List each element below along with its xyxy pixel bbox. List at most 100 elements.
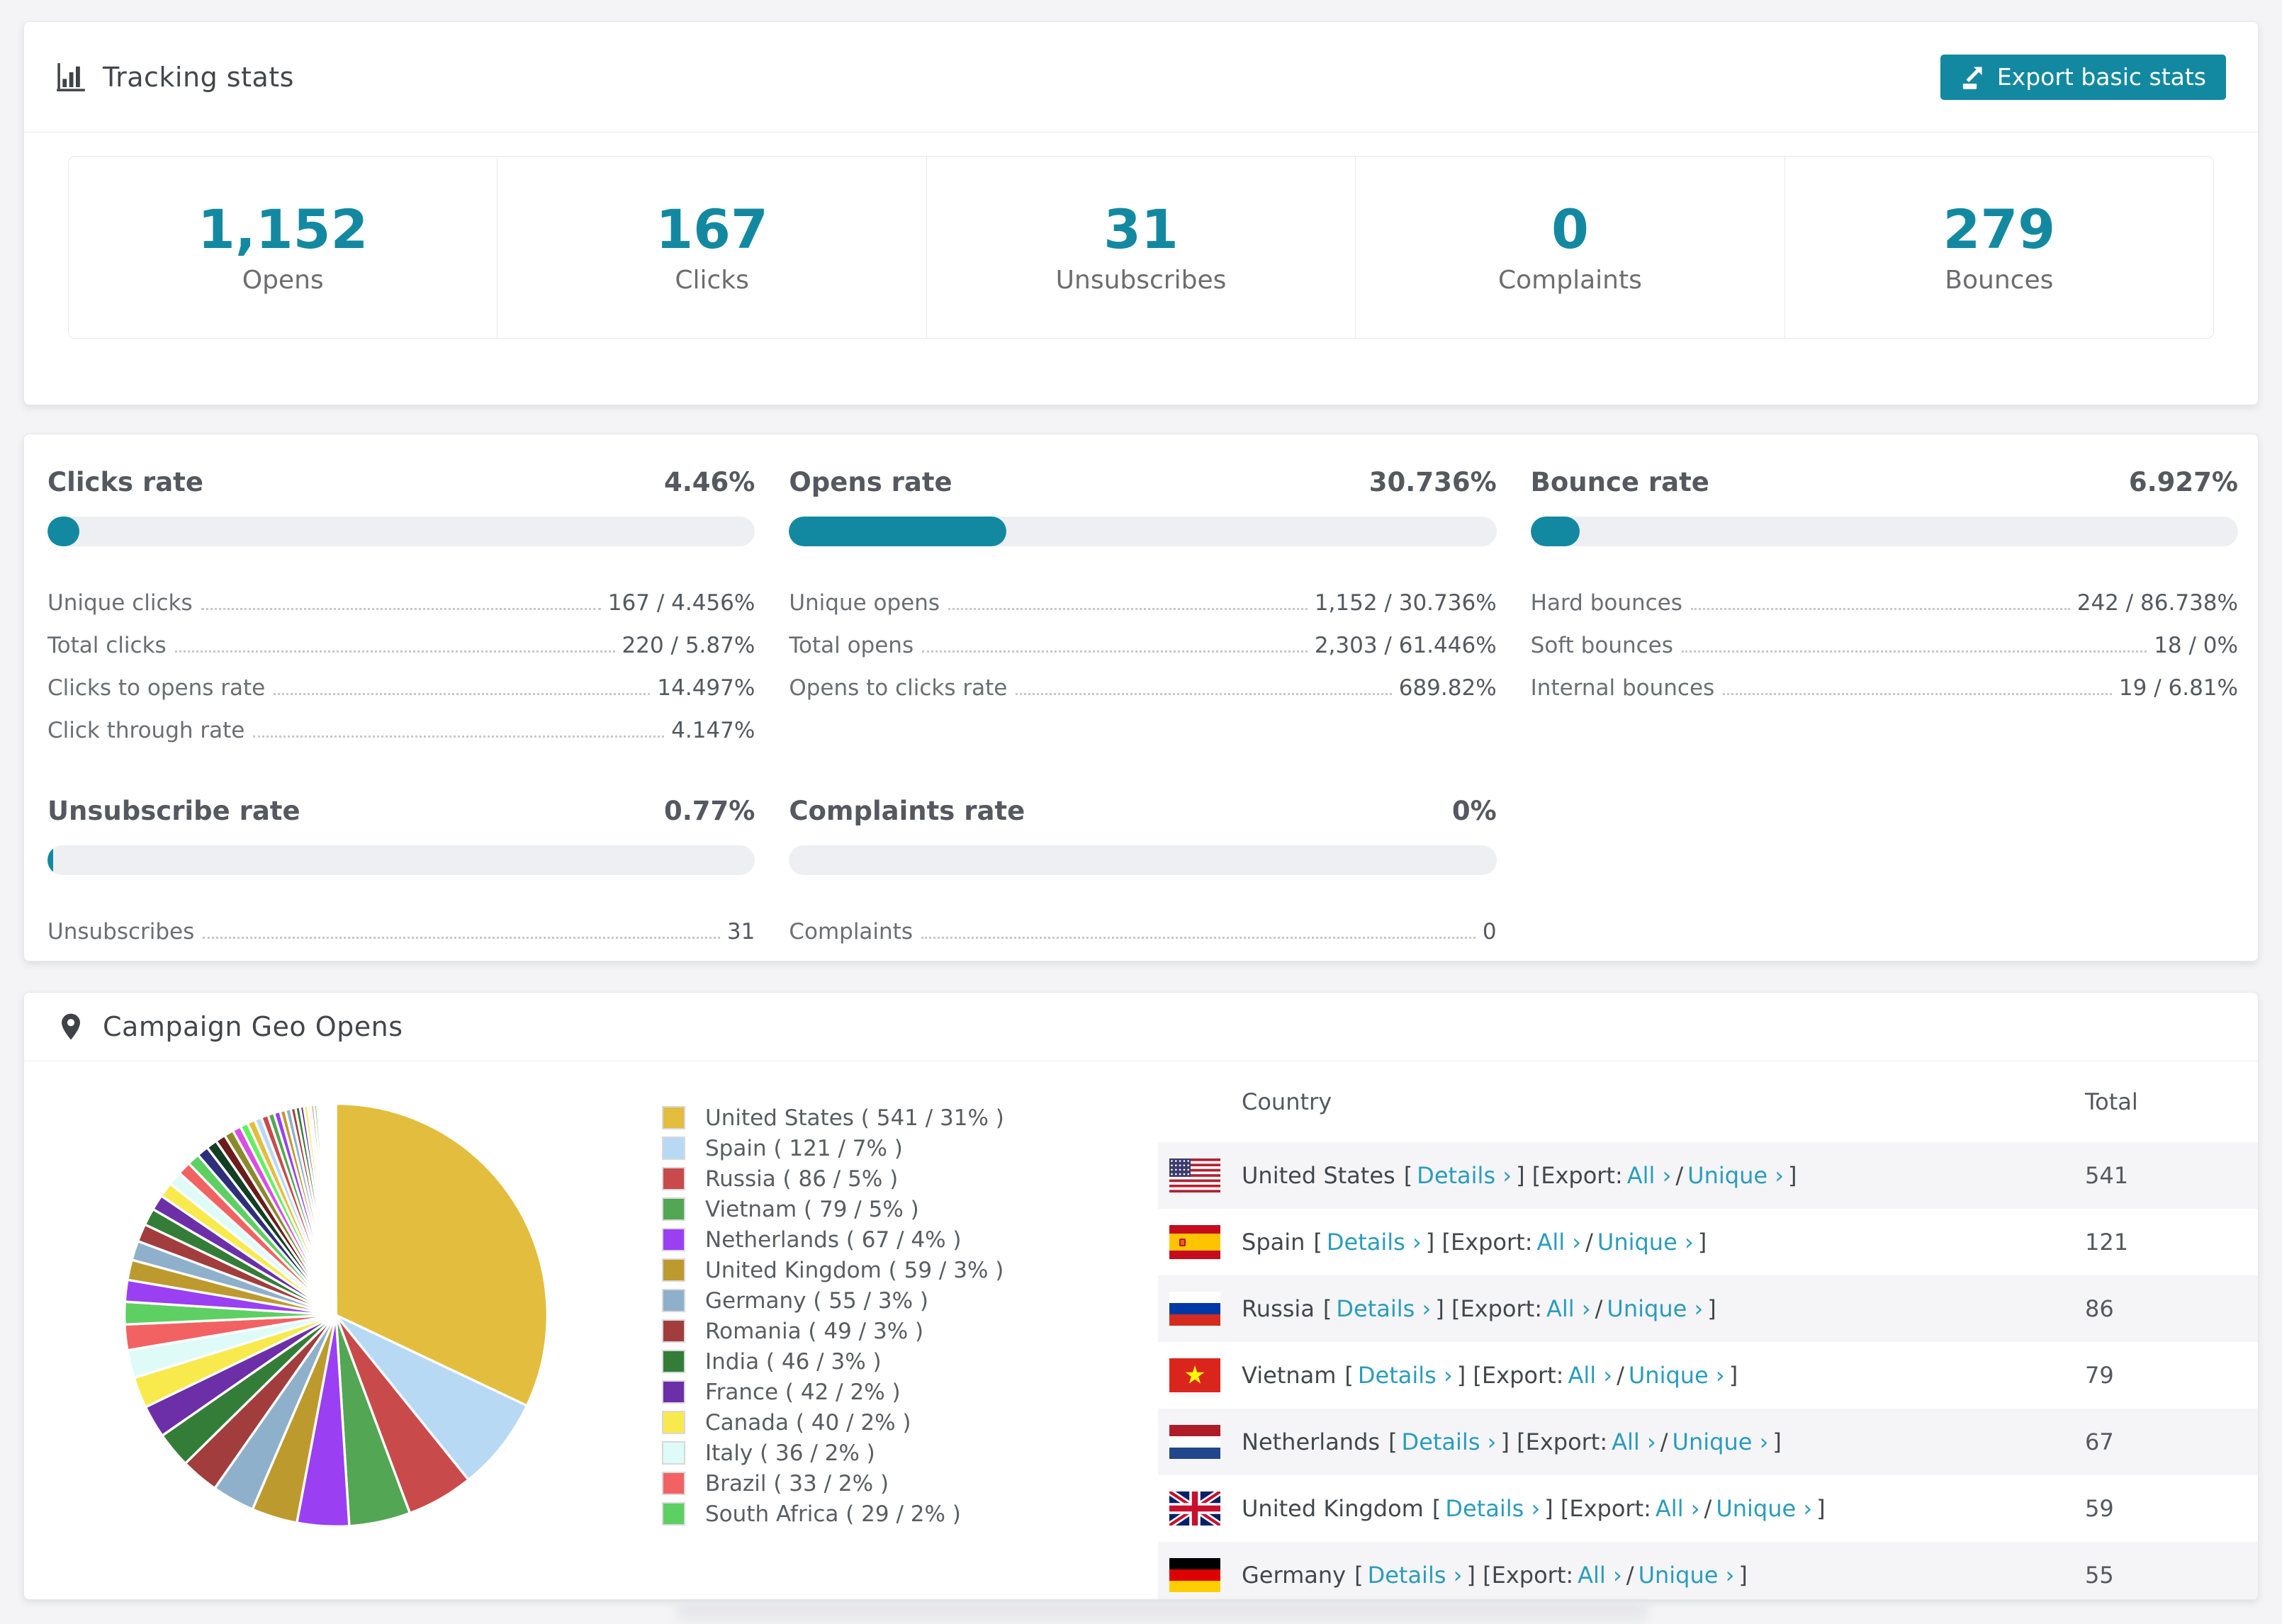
stat-label: Unsubscribes [1055,266,1227,295]
details-link[interactable]: Details › [1327,1229,1422,1256]
country-cell: United States[Details ›] [Export: All › / U… [1158,1158,2085,1192]
details-link[interactable]: Details › [1368,1562,1463,1589]
de-flag-icon [1169,1558,1220,1592]
legend-item[interactable]: India ( 46 / 3% ) [662,1346,1158,1377]
rate-row: Complaints 0 [789,903,1496,946]
dotted-leader [1690,608,2070,610]
export-unique-link[interactable]: Unique › [1673,1428,1769,1455]
tracking-stats-card: Tracking stats Export basic stats 1,152 O… [23,21,2259,405]
legend-item[interactable]: South Africa ( 29 / 2% ) [662,1499,1158,1529]
legend-item[interactable]: France ( 42 / 2% ) [662,1377,1158,1407]
rate-block: Bounce rate 6.927% Hard bounces 242 / 86.73… [1530,467,2238,745]
rate-row-value: 2,303 / 61.446% [1314,633,1497,658]
legend-item[interactable]: Vietnam ( 79 / 5% ) [662,1194,1158,1224]
rate-percent: 6.927% [2128,467,2238,497]
export-unique-link[interactable]: Unique › [1629,1362,1725,1389]
below-fold-element [677,1604,1648,1624]
rate-row-label: Total opens [789,633,914,658]
dotted-leader [948,608,1308,610]
export-basic-stats-button[interactable]: Export basic stats [1940,54,2226,100]
rate-block-header: Opens rate 30.736% [789,467,1496,497]
rate-row: Unique opens 1,152 / 30.736% [789,575,1496,617]
dotted-leader [921,937,1476,939]
export-unique-link[interactable]: Unique › [1716,1495,1812,1522]
total-cell: 541 [2085,1162,2129,1189]
legend-item[interactable]: Italy ( 36 / 2% ) [662,1438,1158,1468]
table-row: Germany[Details ›] [Export: All › / Unique … [1158,1542,2258,1599]
legend-label: Russia ( 86 / 5% ) [705,1166,899,1192]
export-unique-link[interactable]: Unique › [1607,1295,1703,1322]
legend-swatch [662,1350,685,1373]
ru-flag-icon [1169,1292,1220,1326]
export-all-link[interactable]: All › [1568,1362,1612,1389]
country-name: Russia [1242,1295,1315,1322]
rate-row: Total opens 2,303 / 61.446% [789,617,1496,660]
rate-percent: 0.77% [663,796,755,826]
rate-block-header: Bounce rate 6.927% [1531,467,2238,497]
progress-bar-fill [47,845,53,875]
stat-label: Opens [242,266,324,295]
details-link[interactable]: Details › [1445,1495,1540,1522]
dotted-leader [203,937,720,939]
rate-row-value: 19 / 6.81% [2118,675,2238,701]
legend-item[interactable]: Germany ( 55 / 3% ) [662,1285,1158,1316]
export-all-link[interactable]: All › [1536,1229,1581,1256]
country-name: United States [1242,1162,1395,1189]
progress-bar-fill [1530,517,1580,546]
export-unique-link[interactable]: Unique › [1639,1562,1735,1589]
geo-opens-card: Campaign Geo Opens United States ( 541 /… [23,992,2259,1600]
country-name: United Kingdom [1242,1495,1424,1522]
rate-row-label: Hard bounces [1530,590,1682,616]
export-all-link[interactable]: All › [1656,1495,1700,1522]
export-unique-link[interactable]: Unique › [1597,1229,1694,1256]
rate-row-value: 14.497% [657,675,755,701]
export-all-link[interactable]: All › [1612,1428,1656,1455]
table-row: Netherlands[Details ›] [Export: All › / Uni… [1158,1409,2258,1475]
legend-item[interactable]: United States ( 541 / 31% ) [662,1103,1158,1133]
legend-swatch [662,1441,685,1465]
country-name: Vietnam [1242,1362,1337,1389]
rate-row: Click through rate 4.147% [47,702,755,745]
legend-label: United Kingdom ( 59 / 3% ) [705,1257,1004,1283]
progress-bar-track [47,517,755,546]
rate-percent: 4.46% [663,467,755,497]
es-flag-icon [1169,1225,1220,1259]
legend-label: Vietnam ( 79 / 5% ) [705,1196,919,1222]
export-all-link[interactable]: All › [1546,1295,1591,1322]
details-link[interactable]: Details › [1336,1295,1431,1322]
gb-flag-icon [1169,1492,1220,1526]
legend-swatch [662,1319,685,1343]
legend-item[interactable]: United Kingdom ( 59 / 3% ) [662,1255,1158,1285]
rate-row-label: Unique clicks [47,590,193,616]
export-all-link[interactable]: All › [1578,1562,1622,1589]
rate-row: Soft bounces 18 / 0% [1531,617,2238,660]
details-link[interactable]: Details › [1417,1162,1512,1189]
legend-item[interactable]: Brazil ( 33 / 2% ) [662,1468,1158,1499]
legend-swatch [662,1380,685,1404]
legend-item[interactable]: Netherlands ( 67 / 4% ) [662,1224,1158,1255]
export-unique-link[interactable]: Unique › [1687,1162,1784,1189]
legend-item[interactable]: Canada ( 40 / 2% ) [662,1407,1158,1438]
geo-pie-wrap [60,1061,612,1535]
geo-pie-chart [123,1102,549,1528]
legend-item[interactable]: Russia ( 86 / 5% ) [662,1163,1158,1194]
legend-item[interactable]: Spain ( 121 / 7% ) [662,1133,1158,1163]
legend-swatch [662,1228,685,1251]
geo-table-body: United States[Details ›] [Export: All › / U… [1158,1142,2258,1599]
country-cell: Germany[Details ›] [Export: All › / Unique … [1158,1558,2085,1592]
details-link[interactable]: Details › [1402,1428,1497,1455]
nl-flag-icon [1169,1425,1220,1459]
country-name: Spain [1242,1229,1305,1256]
details-link[interactable]: Details › [1358,1362,1453,1389]
rate-rows: Hard bounces 242 / 86.738% Soft bounces 18 … [1531,575,2238,702]
legend-item[interactable]: Romania ( 49 / 3% ) [662,1316,1158,1346]
stat-label: Bounces [1945,266,2054,295]
stat-label: Complaints [1498,266,1642,295]
dotted-leader [1016,693,1392,695]
geo-legend: United States ( 541 / 31% ) Spain ( 121 /… [612,1061,1158,1529]
export-all-link[interactable]: All › [1627,1162,1672,1189]
rate-row: Unique clicks 167 / 4.456% [47,575,755,617]
table-row: Spain[Details ›] [Export: All › / Unique ›]… [1158,1209,2258,1275]
legend-label: Spain ( 121 / 7% ) [705,1135,903,1161]
legend-swatch [662,1289,685,1312]
